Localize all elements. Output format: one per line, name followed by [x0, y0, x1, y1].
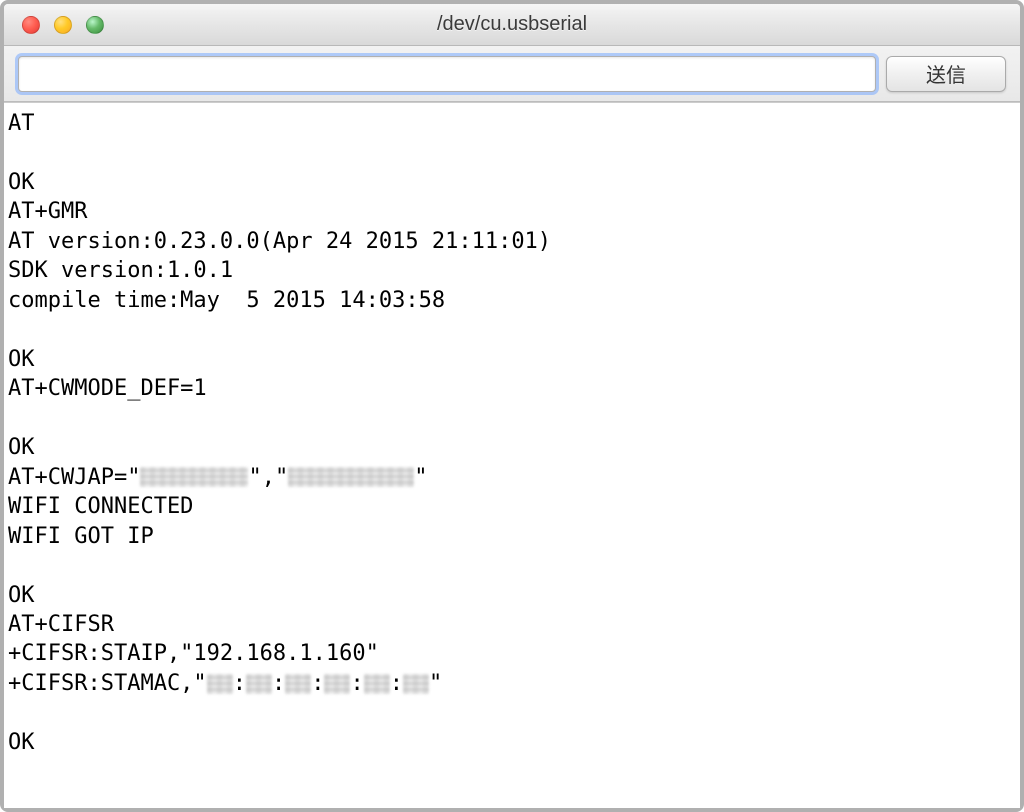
- redacted-text: [288, 467, 414, 487]
- terminal-line: WIFI CONNECTED: [8, 492, 1016, 521]
- terminal-line: AT+CWJAP="","": [8, 463, 1016, 492]
- title-bar: /dev/cu.usbserial: [4, 4, 1020, 46]
- terminal-line: OK: [8, 433, 1016, 462]
- redacted-text: [285, 674, 311, 694]
- send-button[interactable]: 送信: [886, 56, 1006, 92]
- terminal-line: OK: [8, 581, 1016, 610]
- terminal-line: OK: [8, 345, 1016, 374]
- terminal-line: +CIFSR:STAIP,"192.168.1.160": [8, 639, 1016, 668]
- command-input[interactable]: [18, 56, 876, 92]
- terminal-line: compile time:May 5 2015 14:03:58: [8, 286, 1016, 315]
- terminal-line: OK: [8, 168, 1016, 197]
- terminal-line: [8, 698, 1016, 727]
- redacted-text: [140, 467, 248, 487]
- zoom-icon[interactable]: [86, 16, 104, 34]
- terminal-line: AT: [8, 109, 1016, 138]
- terminal-line: [8, 551, 1016, 580]
- terminal-output[interactable]: ATOKAT+GMRAT version:0.23.0.0(Apr 24 201…: [4, 102, 1020, 808]
- terminal-line: OK: [8, 728, 1016, 757]
- terminal-line: AT+GMR: [8, 197, 1016, 226]
- terminal-line: [8, 315, 1016, 344]
- terminal-line: [8, 404, 1016, 433]
- redacted-text: [324, 674, 350, 694]
- minimize-icon[interactable]: [54, 16, 72, 34]
- terminal-line: AT+CWMODE_DEF=1: [8, 374, 1016, 403]
- window-title: /dev/cu.usbserial: [4, 13, 1020, 36]
- redacted-text: [207, 674, 233, 694]
- close-icon[interactable]: [22, 16, 40, 34]
- redacted-text: [246, 674, 272, 694]
- terminal-line: SDK version:1.0.1: [8, 256, 1016, 285]
- terminal-line: AT version:0.23.0.0(Apr 24 2015 21:11:01…: [8, 227, 1016, 256]
- toolbar: 送信: [4, 46, 1020, 102]
- terminal-line: AT+CIFSR: [8, 610, 1016, 639]
- terminal-line: +CIFSR:STAMAC,":::::": [8, 669, 1016, 698]
- traffic-lights: [4, 16, 104, 34]
- terminal-line: WIFI GOT IP: [8, 522, 1016, 551]
- redacted-text: [364, 674, 390, 694]
- terminal-line: [8, 138, 1016, 167]
- redacted-text: [403, 674, 429, 694]
